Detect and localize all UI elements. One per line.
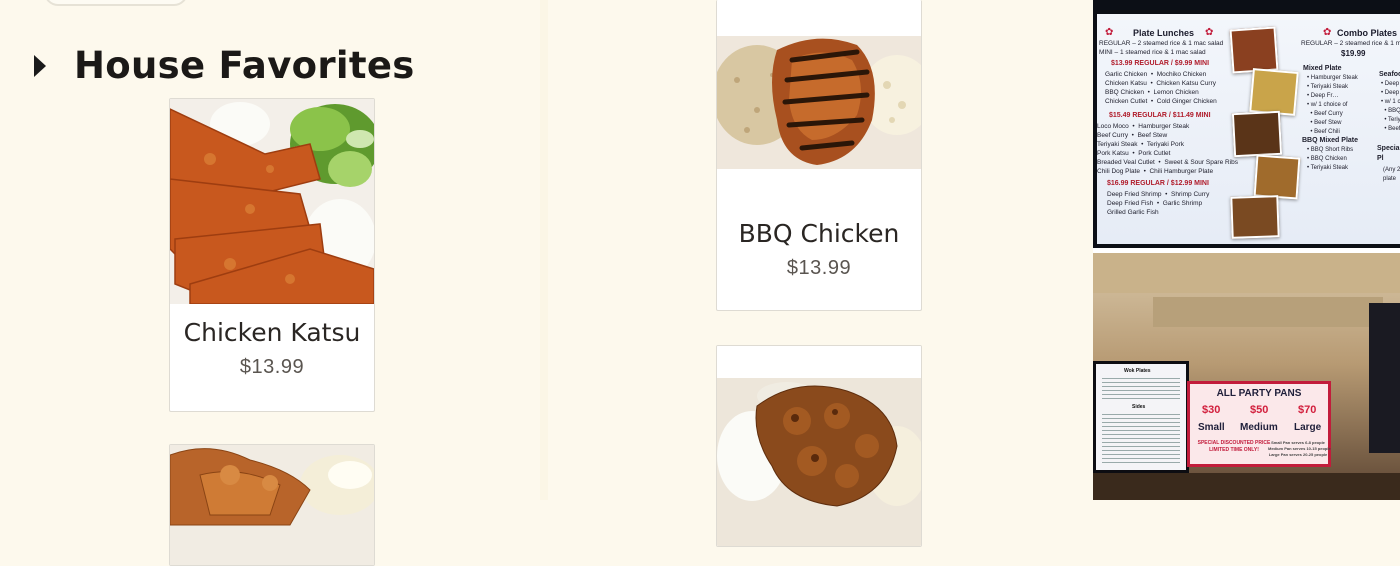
price-tier-3: $16.99 REGULAR / $12.99 MINI — [1107, 180, 1209, 187]
party-price-medium: $50 — [1250, 404, 1269, 416]
flower-icon: ✿ — [1205, 27, 1214, 38]
party-size-medium: Medium — [1240, 422, 1278, 433]
menu-screen: Plate Lunches ✿ ✿ REGULAR – 2 steamed ri… — [1097, 14, 1400, 244]
special-title: Special Pl — [1377, 145, 1400, 162]
menu-item-card[interactable]: BBQ Chicken $13.99 — [716, 0, 922, 311]
plate-lunches-desc: REGULAR – 2 steamed rice & 1 mac salad M… — [1099, 40, 1224, 56]
party-price-small: $30 — [1202, 404, 1221, 416]
tier-1-items: Garlic Chicken • Mochiko Chicken Chicken… — [1105, 71, 1217, 105]
food-thumbnail — [1231, 110, 1283, 158]
left-column: House Favorites Chicken Katsu $13.99 — [0, 0, 540, 566]
ceiling — [1093, 253, 1400, 293]
counter — [1093, 473, 1400, 500]
menu-item-card[interactable] — [716, 345, 922, 547]
menu-lines — [1102, 414, 1180, 466]
section-title: House Favorites — [74, 44, 415, 87]
menu-item-card[interactable]: Chicken Katsu $13.99 — [169, 98, 375, 412]
party-note-sizes: Small Pan serves 6-8 people Medium Pan s… — [1268, 440, 1331, 457]
seafood-title: Seafoo — [1379, 71, 1400, 78]
combo-desc: REGULAR – 2 steamed rice & 1 mac — [1301, 40, 1400, 47]
item-price: $13.99 — [786, 257, 852, 279]
flower-icon: ✿ — [1105, 27, 1114, 38]
item-name: Chicken Katsu — [183, 318, 361, 347]
price-tier-1: $13.99 REGULAR / $9.99 MINI — [1111, 60, 1210, 67]
flower-icon: ✿ — [1323, 27, 1332, 38]
food-thumbnail — [1253, 154, 1301, 200]
teriyaki-chicken-image — [717, 346, 921, 546]
item-name: BBQ Chicken — [738, 219, 900, 248]
party-pans-title: ALL PARTY PANS — [1216, 388, 1302, 399]
menu-lines — [1102, 378, 1180, 400]
plate-lunches-title: Plate Lunches — [1133, 28, 1195, 38]
mixed-plate-items: • Hamburger Steak • Teriyaki Steak • Dee… — [1307, 75, 1358, 135]
food-thumbnail — [1230, 195, 1280, 239]
price-tier-2: $15.49 REGULAR / $11.49 MINI — [1109, 112, 1211, 119]
special-note: (Any 2 c plate — [1383, 167, 1400, 182]
ceiling-panel — [1153, 297, 1383, 327]
section-header[interactable]: House Favorites — [34, 44, 415, 87]
chicken-katsu-image — [170, 99, 374, 304]
tv-screen-wok: Wok Plates Sides — [1093, 361, 1189, 473]
fried-chicken-image — [170, 445, 374, 565]
bbq-chicken-image — [717, 0, 921, 205]
mixed-plate-title: Mixed Plate — [1303, 65, 1342, 72]
party-size-small: Small — [1198, 422, 1225, 433]
side-tv-screen — [1369, 303, 1400, 453]
combo-price: $19.99 — [1341, 49, 1366, 58]
bbq-mixed-items: • BBQ Short Ribs • BBQ Chicken • Teriyak… — [1307, 147, 1354, 171]
food-thumbnail — [1249, 68, 1299, 116]
party-size-large: Large — [1294, 422, 1322, 433]
combo-plates-title: Combo Plates — [1337, 28, 1398, 38]
shop-interior-photo[interactable]: Wok Plates Sides ALL PARTY PANS $30 $50 … — [1093, 253, 1400, 500]
item-price: $13.99 — [239, 356, 305, 378]
caret-right-icon[interactable] — [34, 54, 46, 77]
party-pans-sign: ALL PARTY PANS $30 $50 $70 Small Medium … — [1187, 381, 1331, 467]
tier-3-items: Deep Fried Shrimp • Shrimp Curry Deep Fr… — [1107, 191, 1210, 216]
column-divider — [540, 0, 548, 500]
middle-column: BBQ Chicken $13.99 — [548, 0, 1093, 547]
search-pill[interactable] — [44, 0, 188, 6]
party-price-large: $70 — [1298, 404, 1317, 416]
food-thumbnail — [1229, 26, 1279, 74]
wok-plates-title: Wok Plates — [1124, 368, 1151, 374]
seafood-items: • Deep F • Deep F • w/ 1 ch • BBQ • Teri… — [1381, 81, 1400, 132]
party-note-discount: SPECIAL DISCOUNTED PRICE LIMITED TIME ON… — [1197, 440, 1271, 453]
sides-title: Sides — [1132, 404, 1146, 410]
bbq-mixed-title: BBQ Mixed Plate — [1302, 137, 1359, 144]
tier-2-items: Loco Moco • Hamburger Steak Beef Curry •… — [1097, 123, 1239, 175]
right-column-photos: Plate Lunches ✿ ✿ REGULAR – 2 steamed ri… — [1093, 0, 1400, 500]
menu-board-photo[interactable]: Plate Lunches ✿ ✿ REGULAR – 2 steamed ri… — [1093, 0, 1400, 248]
menu-item-card[interactable] — [169, 444, 375, 566]
